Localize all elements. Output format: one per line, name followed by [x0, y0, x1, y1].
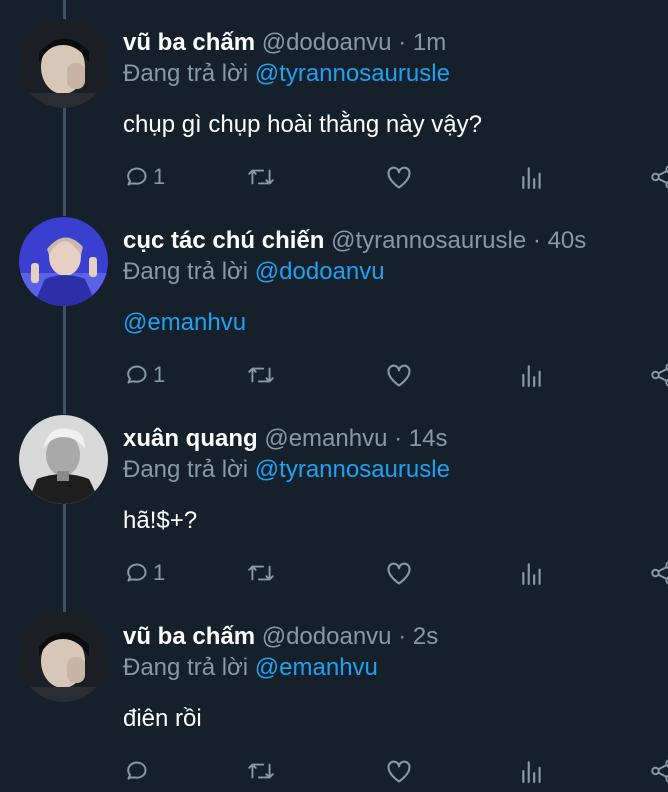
tweet[interactable]: vũ ba chấm @dodoanvu · 2s Đang trả lời @… [0, 594, 668, 792]
tweet-text: hã!$+? [123, 507, 198, 534]
analytics-icon [520, 164, 544, 190]
reply-button[interactable]: 1 [123, 160, 165, 194]
replying-to: Đang trả lời @emanhvu [123, 654, 378, 682]
separator-dot: · [532, 227, 541, 254]
analytics-button[interactable] [520, 556, 544, 590]
tweet-header: vũ ba chấm @dodoanvu · 2s [123, 623, 438, 651]
avatar[interactable] [19, 613, 108, 702]
mention-link[interactable]: @tyrannosaurusle [255, 60, 450, 87]
user-handle[interactable]: @dodoanvu [262, 623, 392, 650]
share-button[interactable] [650, 358, 668, 392]
action-bar [123, 754, 668, 788]
share-button[interactable] [650, 754, 668, 788]
tweet[interactable]: cục tác chú chiến @tyrannosaurusle · 40s… [0, 198, 668, 396]
tweet[interactable]: vũ ba chấm @dodoanvu · 1m Đang trả lời @… [0, 0, 668, 198]
timestamp[interactable]: 1m [413, 29, 446, 56]
replying-prefix: Đang trả lời [123, 456, 249, 483]
timestamp[interactable]: 40s [548, 227, 587, 254]
separator-dot: · [394, 425, 403, 452]
retweet-icon [246, 164, 276, 190]
display-name[interactable]: vũ ba chấm [123, 623, 255, 650]
like-button[interactable] [385, 754, 413, 788]
display-name[interactable]: xuân quang [123, 425, 258, 452]
display-name[interactable]: vũ ba chấm [123, 29, 255, 56]
like-button[interactable] [385, 358, 413, 392]
like-button[interactable] [385, 556, 413, 590]
reply-icon [123, 164, 149, 190]
share-icon [650, 758, 668, 784]
like-icon [385, 362, 413, 388]
share-button[interactable] [650, 160, 668, 194]
analytics-icon [520, 560, 544, 586]
user-handle[interactable]: @dodoanvu [262, 29, 392, 56]
avatar[interactable] [19, 19, 108, 108]
retweet-icon [246, 758, 276, 784]
tweet-header: vũ ba chấm @dodoanvu · 1m [123, 29, 446, 57]
retweet-button[interactable] [246, 754, 276, 788]
mention-link[interactable]: @tyrannosaurusle [255, 456, 450, 483]
tweet[interactable]: xuân quang @emanhvu · 14s Đang trả lời @… [0, 396, 668, 594]
avatar[interactable] [19, 415, 108, 504]
user-handle[interactable]: @emanhvu [264, 425, 387, 452]
reply-count: 1 [153, 362, 166, 387]
timestamp[interactable]: 2s [413, 623, 438, 650]
share-icon [650, 362, 668, 388]
share-icon [650, 164, 668, 190]
reply-icon [123, 560, 149, 586]
separator-dot: · [398, 623, 407, 650]
retweet-icon [246, 560, 276, 586]
separator-dot: · [398, 29, 407, 56]
analytics-button[interactable] [520, 160, 544, 194]
like-icon [385, 560, 413, 586]
analytics-button[interactable] [520, 358, 544, 392]
replying-prefix: Đang trả lời [123, 60, 249, 87]
reply-icon [123, 362, 149, 388]
like-icon [385, 164, 413, 190]
mention-link[interactable]: @emanhvu [255, 654, 378, 681]
retweet-button[interactable] [246, 556, 276, 590]
replying-to: Đang trả lời @dodoanvu [123, 258, 385, 286]
retweet-icon [246, 362, 276, 388]
replying-to: Đang trả lời @tyrannosaurusle [123, 456, 450, 484]
replying-prefix: Đang trả lời [123, 258, 249, 285]
reply-button[interactable]: 1 [123, 556, 165, 590]
reply-count: 1 [153, 560, 166, 585]
analytics-icon [520, 362, 544, 388]
tweet-header: cục tác chú chiến @tyrannosaurusle · 40s [123, 227, 586, 255]
reply-button[interactable] [123, 754, 149, 788]
timestamp[interactable]: 14s [409, 425, 448, 452]
reply-count: 1 [153, 164, 166, 189]
tweet-text: điên rồi [123, 705, 202, 732]
display-name[interactable]: cục tác chú chiến [123, 227, 324, 254]
analytics-icon [520, 758, 544, 784]
mention-link[interactable]: @dodoanvu [255, 258, 385, 285]
share-icon [650, 560, 668, 586]
action-bar: 1 [123, 556, 668, 590]
share-button[interactable] [650, 556, 668, 590]
like-button[interactable] [385, 160, 413, 194]
analytics-button[interactable] [520, 754, 544, 788]
retweet-button[interactable] [246, 160, 276, 194]
tweet-text: chụp gì chụp hoài thằng này vậy? [123, 111, 482, 138]
action-bar: 1 [123, 358, 668, 392]
replying-to: Đang trả lời @tyrannosaurusle [123, 60, 450, 88]
action-bar: 1 [123, 160, 668, 194]
avatar[interactable] [19, 217, 108, 306]
tweet-header: xuân quang @emanhvu · 14s [123, 425, 447, 453]
retweet-button[interactable] [246, 358, 276, 392]
tweet-text-mention[interactable]: @emanhvu [123, 308, 246, 338]
replying-prefix: Đang trả lời [123, 654, 249, 681]
user-handle[interactable]: @tyrannosaurusle [331, 227, 526, 254]
reply-button[interactable]: 1 [123, 358, 165, 392]
reply-icon [123, 758, 149, 784]
like-icon [385, 758, 413, 784]
